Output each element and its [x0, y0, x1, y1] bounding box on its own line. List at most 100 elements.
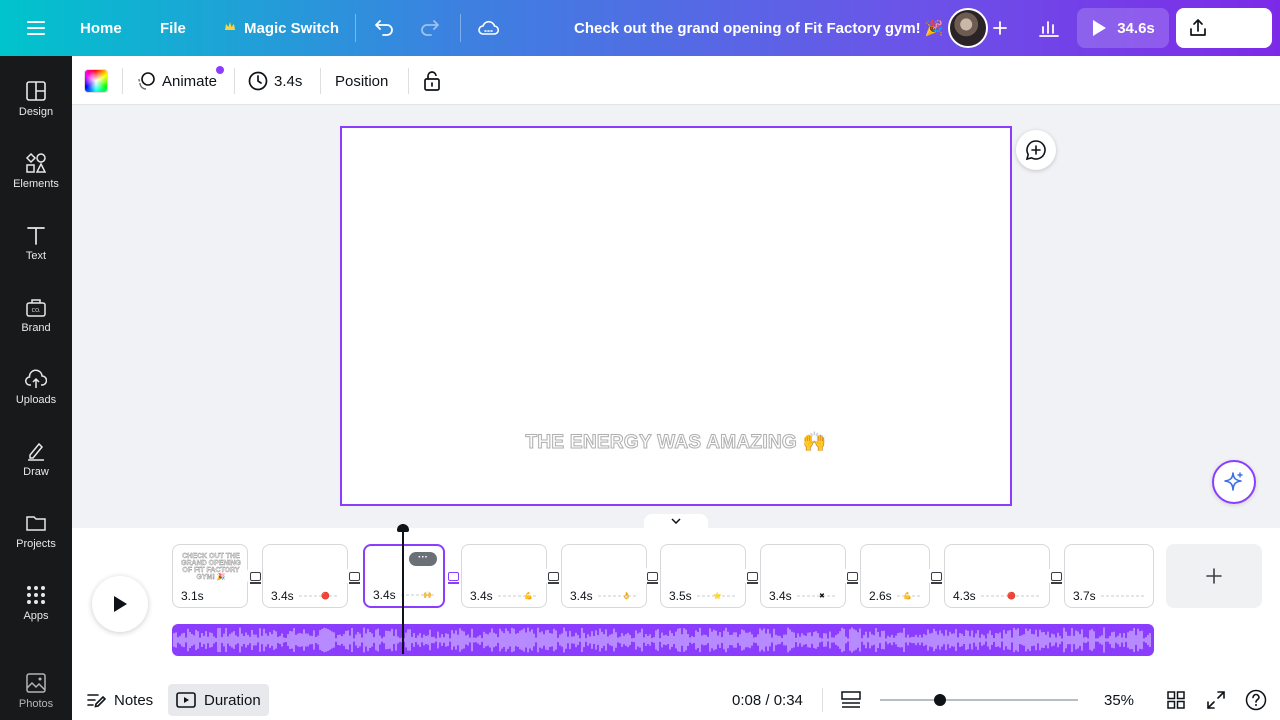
- collapse-timeline-button[interactable]: [644, 514, 708, 528]
- total-duration: 34.6s: [1117, 19, 1155, 37]
- transition-icon[interactable]: [1048, 568, 1064, 584]
- cloud-save-icon[interactable]: [472, 12, 504, 44]
- photos-icon: [26, 673, 46, 693]
- add-people-icon[interactable]: [984, 12, 1016, 44]
- sidebar-item-projects[interactable]: Projects: [0, 504, 72, 568]
- sidebar-item-photos[interactable]: Photos: [0, 664, 72, 720]
- grid-view-toggle-icon[interactable]: [839, 688, 863, 712]
- add-scene-button[interactable]: [1166, 544, 1262, 608]
- home-button[interactable]: Home: [72, 14, 130, 42]
- magic-switch-label: Magic Switch: [244, 19, 340, 37]
- timeline-scene-7[interactable]: ✖ 3.4s: [760, 544, 846, 608]
- top-bar: Home File Magic Switch Check out the gra…: [0, 0, 1280, 56]
- notes-icon: [87, 694, 106, 708]
- add-comment-icon[interactable]: [1016, 130, 1056, 170]
- scene-emoji: 💪: [903, 593, 912, 600]
- undo-icon[interactable]: [368, 12, 400, 44]
- timeline-scene-2[interactable]: 🔴 3.4s: [262, 544, 348, 608]
- timeline-scene-10[interactable]: 3.7s: [1064, 544, 1154, 608]
- zoom-slider-handle[interactable]: [934, 694, 946, 706]
- plus-icon: [1206, 568, 1222, 584]
- timing-button[interactable]: 3.4s: [248, 66, 302, 96]
- sidebar: Design Elements Text CO. Brand Uploads D…: [0, 56, 72, 720]
- timeline-scene-9[interactable]: 🔴 4.3s: [944, 544, 1050, 608]
- redo-icon[interactable]: [414, 12, 446, 44]
- color-swatch[interactable]: [84, 69, 108, 93]
- projects-icon: [26, 516, 46, 531]
- present-play-button[interactable]: 34.6s: [1077, 8, 1169, 48]
- duration-button[interactable]: Duration: [168, 684, 269, 716]
- crown-icon: [224, 20, 236, 37]
- playhead-handle[interactable]: [397, 524, 409, 532]
- elements-icon: [25, 152, 47, 173]
- divider: [122, 68, 123, 94]
- timeline-scene-6[interactable]: ⭐ 3.5s: [660, 544, 746, 608]
- scene-emoji: 👌: [622, 593, 631, 600]
- text-icon: [27, 227, 45, 245]
- sidebar-item-brand[interactable]: CO. Brand: [0, 288, 72, 352]
- animate-label: Animate: [162, 72, 218, 90]
- transition-icon[interactable]: [247, 568, 263, 584]
- transition-icon[interactable]: [445, 568, 461, 584]
- lock-icon[interactable]: [422, 66, 442, 96]
- timeline-scene-4[interactable]: 💪 3.4s: [461, 544, 547, 608]
- timing-label: 3.4s: [274, 72, 303, 90]
- transition-icon[interactable]: [844, 568, 860, 584]
- transition-icon[interactable]: [928, 568, 944, 584]
- sidebar-item-uploads[interactable]: Uploads: [0, 360, 72, 424]
- draw-icon: [28, 442, 44, 461]
- avatar[interactable]: [948, 8, 988, 48]
- magic-ai-icon[interactable]: [1212, 460, 1256, 504]
- menu-icon[interactable]: [20, 16, 52, 40]
- brand-icon: CO.: [26, 299, 46, 317]
- sidebar-item-draw[interactable]: Draw: [0, 432, 72, 496]
- play-button[interactable]: [92, 576, 148, 632]
- position-button[interactable]: Position: [335, 66, 388, 96]
- playback-time: 0:08 / 0:34: [732, 692, 803, 709]
- transition-icon[interactable]: [545, 568, 561, 584]
- canvas-caption-text[interactable]: THE ENERGY WAS AMAZING 🙌: [342, 430, 1010, 454]
- sidebar-item-label: Brand: [21, 322, 51, 334]
- help-icon[interactable]: [1244, 688, 1268, 712]
- notes-button[interactable]: Notes: [86, 684, 153, 716]
- timeline-scene-8[interactable]: 💪 2.6s: [860, 544, 930, 608]
- notes-label: Notes: [114, 691, 154, 709]
- notification-dot: [216, 66, 224, 74]
- zoom-slider-track[interactable]: [880, 699, 1078, 701]
- pages-grid-icon[interactable]: [1164, 688, 1188, 712]
- video-icon: [176, 692, 196, 708]
- magic-switch-button[interactable]: Magic Switch: [216, 14, 347, 42]
- scene-duration: 2.6s: [869, 589, 892, 603]
- scene-emoji: 🔴: [321, 593, 330, 600]
- share-button[interactable]: Share: [1176, 8, 1272, 48]
- timeline-scene-3-selected[interactable]: 🙌 3.4s ···: [363, 544, 445, 608]
- scene-duration: 3.4s: [570, 589, 593, 603]
- more-options-button[interactable]: ···: [409, 552, 437, 566]
- sidebar-item-label: Apps: [23, 610, 49, 622]
- timeline-scene-5[interactable]: 👌 3.4s: [561, 544, 647, 608]
- transition-icon[interactable]: [744, 568, 760, 584]
- sidebar-item-apps[interactable]: Apps: [0, 576, 72, 640]
- transition-icon[interactable]: [644, 568, 660, 584]
- sidebar-item-text[interactable]: Text: [0, 216, 72, 280]
- apps-icon: [27, 586, 45, 604]
- sidebar-item-label: Design: [18, 106, 54, 118]
- sidebar-item-design[interactable]: Design: [0, 72, 72, 136]
- divider: [320, 68, 321, 94]
- sidebar-item-elements[interactable]: Elements: [0, 144, 72, 208]
- zoom-level[interactable]: 35%: [1104, 692, 1134, 709]
- context-toolbar: Animate 3.4s Position: [72, 56, 1280, 105]
- scene-emoji: ⭐: [713, 593, 722, 600]
- design-canvas[interactable]: THE ENERGY WAS AMAZING 🙌: [340, 126, 1012, 506]
- audio-track[interactable]: [172, 624, 1154, 656]
- document-title[interactable]: Check out the grand opening of Fit Facto…: [560, 14, 958, 42]
- timeline-scene-1[interactable]: CHECK OUT THE GRAND OPENING OF FIT FACTO…: [172, 544, 248, 608]
- animate-button[interactable]: Animate: [136, 66, 217, 96]
- scene-duration: 4.3s: [953, 589, 976, 603]
- fullscreen-icon[interactable]: [1204, 688, 1228, 712]
- scene-emoji: 🔴: [1007, 593, 1016, 600]
- transition-icon[interactable]: [346, 568, 362, 584]
- playhead[interactable]: [397, 524, 409, 654]
- file-menu-button[interactable]: File: [152, 14, 194, 42]
- insights-icon[interactable]: [1032, 12, 1066, 44]
